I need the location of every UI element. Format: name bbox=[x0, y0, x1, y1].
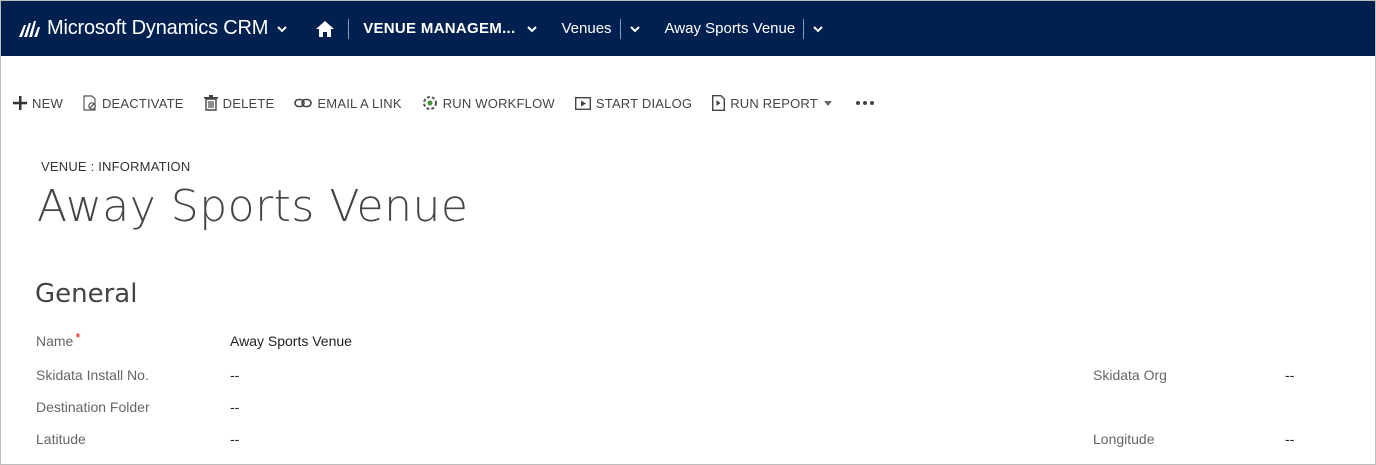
delete-button-label: DELETE bbox=[222, 95, 275, 111]
name-label: Name * bbox=[36, 330, 81, 349]
home-icon[interactable] bbox=[316, 20, 335, 37]
skidata-install-field[interactable]: -- bbox=[230, 367, 239, 383]
dialog-icon bbox=[574, 96, 591, 110]
nav-entity-venues[interactable]: Venues bbox=[562, 20, 612, 37]
nav-area-venue-management[interactable]: VENUE MANAGEM... bbox=[363, 20, 515, 37]
run-workflow-button[interactable]: RUN WORKFLOW bbox=[422, 95, 555, 111]
new-button-label: NEW bbox=[32, 95, 63, 111]
nav-separator bbox=[348, 18, 350, 39]
required-asterisk: * bbox=[75, 330, 81, 345]
email-link-button[interactable]: EMAIL A LINK bbox=[294, 95, 402, 111]
report-icon bbox=[712, 95, 726, 111]
start-dialog-button-label: START DIALOG bbox=[595, 95, 693, 111]
section-title-general: General bbox=[35, 279, 138, 309]
longitude-label: Longitude bbox=[1093, 431, 1155, 447]
delete-button[interactable]: DELETE bbox=[203, 95, 275, 111]
trash-icon bbox=[203, 95, 218, 111]
nav-separator bbox=[619, 18, 621, 39]
command-bar: NEW DEACTIVATE DELETE EMAIL A LINK RUN W… bbox=[1, 83, 874, 123]
nav-separator bbox=[803, 18, 805, 39]
area-chevron-down-icon[interactable] bbox=[526, 25, 538, 33]
name-field[interactable]: Away Sports Venue bbox=[230, 333, 352, 349]
skidata-org-field[interactable]: -- bbox=[1285, 367, 1294, 383]
deactivate-button-label: DEACTIVATE bbox=[101, 95, 184, 111]
link-icon bbox=[294, 98, 313, 108]
run-workflow-button-label: RUN WORKFLOW bbox=[442, 95, 555, 111]
deactivate-button[interactable]: DEACTIVATE bbox=[83, 95, 184, 111]
dynamics-logo-icon[interactable] bbox=[19, 20, 41, 37]
skidata-org-label: Skidata Org bbox=[1093, 367, 1167, 383]
entity-chevron-down-icon[interactable] bbox=[629, 25, 641, 33]
app-name[interactable]: Microsoft Dynamics CRM bbox=[47, 17, 268, 40]
email-link-button-label: EMAIL A LINK bbox=[317, 95, 402, 111]
entity-form-label[interactable]: VENUE : INFORMATION bbox=[41, 159, 190, 174]
name-label-text: Name bbox=[36, 333, 74, 349]
more-commands-icon[interactable] bbox=[855, 101, 874, 105]
destination-folder-field[interactable]: -- bbox=[230, 399, 239, 415]
latitude-label: Latitude bbox=[36, 431, 86, 447]
longitude-field[interactable]: -- bbox=[1285, 431, 1294, 447]
nav-record-name[interactable]: Away Sports Venue bbox=[665, 20, 796, 37]
app-menu-chevron-icon[interactable] bbox=[276, 25, 288, 33]
dropdown-arrow-icon bbox=[823, 100, 832, 106]
run-report-button-label: RUN REPORT bbox=[730, 95, 818, 111]
record-title: Away Sports Venue bbox=[37, 181, 469, 232]
deactivate-icon bbox=[83, 95, 97, 111]
workflow-icon bbox=[422, 95, 438, 111]
start-dialog-button[interactable]: START DIALOG bbox=[574, 95, 693, 111]
skidata-install-label: Skidata Install No. bbox=[36, 367, 149, 383]
destination-folder-label: Destination Folder bbox=[36, 399, 150, 415]
record-chevron-down-icon[interactable] bbox=[812, 25, 824, 33]
new-button[interactable]: NEW bbox=[13, 96, 63, 111]
latitude-field[interactable]: -- bbox=[230, 431, 239, 447]
crm-window: Microsoft Dynamics CRM VENUE MANAGEM... … bbox=[0, 0, 1376, 465]
run-report-button[interactable]: RUN REPORT bbox=[712, 95, 832, 111]
plus-icon bbox=[13, 96, 27, 110]
top-nav-bar: Microsoft Dynamics CRM VENUE MANAGEM... … bbox=[1, 1, 1375, 56]
